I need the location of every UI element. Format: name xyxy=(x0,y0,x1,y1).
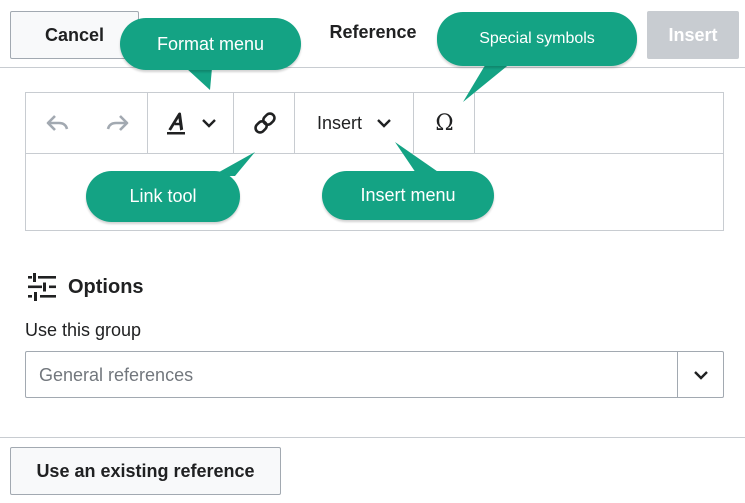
special-symbols-pointer xyxy=(463,62,512,102)
insert-menu-callout: Insert menu xyxy=(322,171,494,220)
reference-dialog: Cancel Reference Insert Insert Ω Options… xyxy=(0,0,745,503)
format-menu-pointer xyxy=(186,68,212,90)
link-tool-callout: Link tool xyxy=(86,171,240,222)
format-menu-callout: Format menu xyxy=(120,18,301,70)
callout-pointers xyxy=(186,62,512,176)
special-symbols-callout: Special symbols xyxy=(437,12,637,66)
